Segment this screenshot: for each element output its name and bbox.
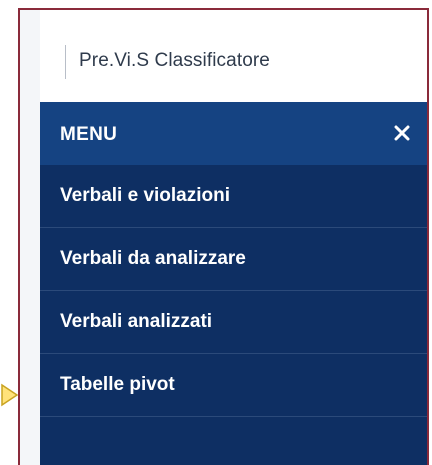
menu-item-label: Tabelle pivot — [60, 374, 175, 395]
screenshot-stage: Pre.Vi.S Classificatore MENU Verbali e v… — [0, 0, 432, 465]
menu-item-label: Verbali e violazioni — [60, 185, 231, 206]
side-menu: MENU Verbali e violazioni Verbali da ana… — [40, 102, 427, 465]
menu-item-verbali-da-analizzare[interactable]: Verbali da analizzare — [40, 228, 427, 291]
app-header: Pre.Vi.S Classificatore — [40, 10, 427, 103]
menu-item-label: Verbali analizzati — [60, 311, 213, 332]
menu-item-tabelle-pivot[interactable]: Tabelle pivot — [40, 354, 427, 417]
menu-title: MENU — [60, 124, 118, 145]
menu-header: MENU — [40, 102, 427, 165]
close-icon — [394, 125, 410, 141]
menu-item-label: Verbali da analizzare — [60, 248, 246, 269]
close-menu-button[interactable] — [389, 120, 415, 146]
pointer-arrow-icon — [1, 383, 19, 407]
menu-item-verbali-analizzati[interactable]: Verbali analizzati — [40, 291, 427, 354]
menu-item-verbali-e-violazioni[interactable]: Verbali e violazioni — [40, 165, 427, 228]
app-title: Pre.Vi.S Classificatore — [79, 50, 270, 71]
app-window: Pre.Vi.S Classificatore MENU Verbali e v… — [18, 8, 429, 465]
window-edge — [20, 10, 40, 465]
header-divider — [65, 45, 66, 79]
